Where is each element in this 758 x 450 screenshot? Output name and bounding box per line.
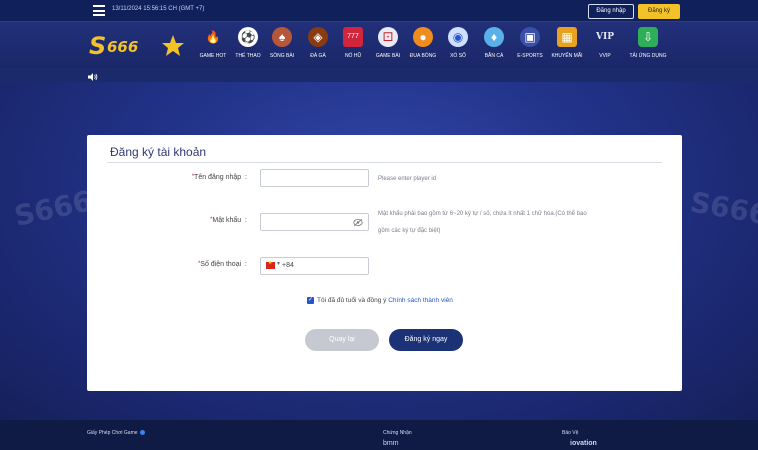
register-button[interactable]: Đăng ký <box>638 4 680 19</box>
password-field[interactable] <box>260 213 369 231</box>
slot-machine-icon: 777 <box>343 27 363 47</box>
soccer-ball-icon: ⚽ <box>238 27 258 47</box>
title-divider <box>107 162 662 163</box>
nav-song-bai[interactable]: ♠ SÒNG BÀI <box>262 27 302 65</box>
casino-dealer-icon: ♠ <box>272 27 292 47</box>
register-now-button[interactable]: Đăng ký ngay <box>389 329 463 351</box>
policy-link[interactable]: Chính sách thành viên <box>388 297 453 304</box>
footer: Giấy Phép Chơi Game Chứng Nhận bmm Bảo V… <box>0 420 758 450</box>
cert-logo: bmm <box>383 440 399 447</box>
password-hint-line1: Mật khẩu phải bao gồm từ 6~20 ký tự / số… <box>378 211 587 217</box>
vietnam-flag-icon[interactable] <box>266 260 275 269</box>
svg-text:S: S <box>89 32 106 60</box>
page-title: Đăng ký tài khoản <box>110 145 207 159</box>
nav-ban-ca[interactable]: ♦ BẮN CÁ <box>474 27 514 65</box>
rooster-icon: ◈ <box>308 27 328 47</box>
nav-no-hu[interactable]: 777 NỔ HŨ <box>333 27 373 65</box>
nav-xo-so[interactable]: ◉ XỔ SỐ <box>438 27 478 65</box>
back-button[interactable]: Quay lại <box>305 329 379 351</box>
security-title: Bảo Vệ <box>562 430 579 436</box>
gamepad-icon: ▣ <box>520 27 540 47</box>
nav-esports[interactable]: ▣ E-SPORTS <box>510 27 550 65</box>
country-code: +84 <box>282 262 294 269</box>
bg-logo-left: S666 <box>11 184 96 233</box>
password-label: *Mật khẩu : <box>210 217 247 224</box>
main-nav: S 666 🔥 GAME HOT ⚽ THỂ THAO ♠ SÒNG BÀI ◈… <box>0 22 758 68</box>
phone-field[interactable]: ▼ +84 <box>260 257 369 275</box>
nav-dua-bong[interactable]: ● ĐUA BÓNG <box>403 27 443 65</box>
nav-game-hot[interactable]: 🔥 GAME HOT <box>193 27 233 65</box>
security-logo: iovation <box>570 440 597 447</box>
nav-vvip[interactable]: VIP VVIP <box>585 27 625 65</box>
nav-tai-ung-dung[interactable]: ⇩ TẢI ỨNG DỤNG <box>628 27 668 65</box>
username-label: *Tên đăng nhập : <box>191 174 247 181</box>
chevron-down-icon[interactable]: ▼ <box>276 261 281 267</box>
racing-ball-icon: ● <box>413 27 433 47</box>
agree-checkbox[interactable]: ✓ <box>307 297 314 304</box>
nav-da-ga[interactable]: ◈ ĐÁ GÀ <box>298 27 338 65</box>
fire-icon: 🔥 <box>205 30 221 44</box>
register-card: Đăng ký tài khoản *Tên đăng nhập : Pleas… <box>87 135 682 391</box>
brand-logo[interactable]: S 666 <box>87 29 187 61</box>
fish-icon: ♦ <box>484 27 504 47</box>
license-title: Giấy Phép Chơi Game <box>87 430 145 436</box>
nav-game-bai[interactable]: ⚀ GAME BÀI <box>368 27 408 65</box>
bg-logo-right: S666 <box>687 185 758 232</box>
username-field[interactable] <box>260 169 369 187</box>
nav-khuyen-mai[interactable]: ▦ KHUYẾN MÃI <box>547 27 587 65</box>
login-button[interactable]: Đăng nhập <box>588 4 634 19</box>
download-icon: ⇩ <box>638 27 658 47</box>
lottery-ball-icon: ◉ <box>448 27 468 47</box>
agree-text: Tôi đã đủ tuổi và đồng ý Chính sách thàn… <box>317 297 453 304</box>
vip-icon: VIP <box>596 32 614 42</box>
dice-icon: ⚀ <box>378 27 398 47</box>
top-bar: 13/11/2024 15:56:15 CH (GMT +7) Đăng nhậ… <box>0 0 758 22</box>
eye-off-icon[interactable] <box>353 218 363 227</box>
phone-label: *Số điện thoại : <box>197 261 247 268</box>
username-hint: Please enter player id <box>378 176 437 182</box>
datetime-text: 13/11/2024 15:56:15 CH (GMT +7) <box>112 6 205 12</box>
svg-text:666: 666 <box>107 38 138 56</box>
verified-icon <box>139 430 145 436</box>
cert-title: Chứng Nhận <box>383 430 412 436</box>
menu-icon[interactable] <box>93 5 105 16</box>
speaker-icon[interactable] <box>88 73 98 81</box>
gift-icon: ▦ <box>557 27 577 47</box>
password-hint-line2: gồm các ký tự đặc biệt) <box>378 228 441 234</box>
